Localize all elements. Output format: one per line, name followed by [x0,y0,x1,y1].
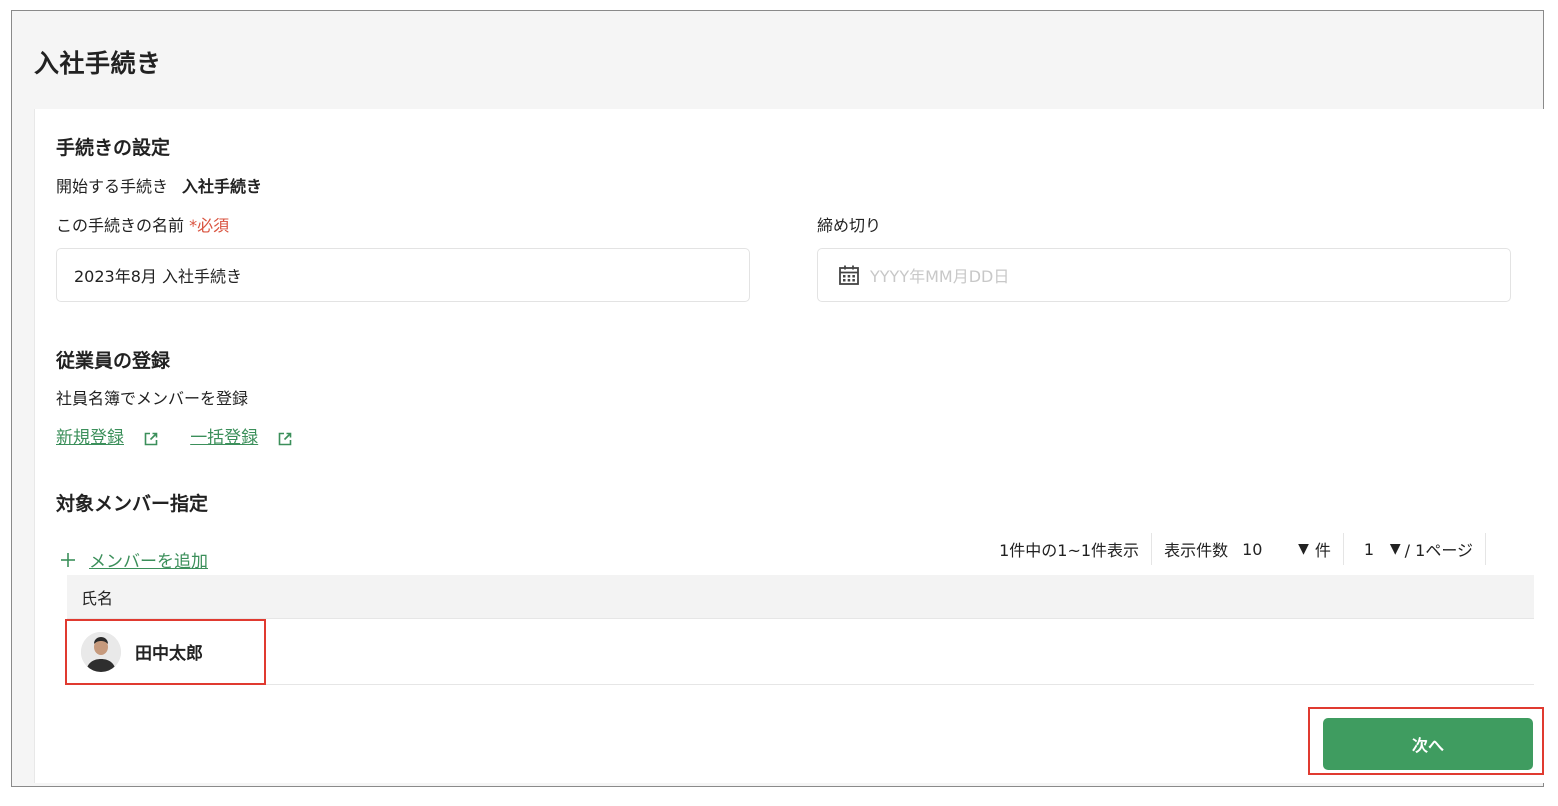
highlight-box-next [1308,707,1544,775]
page-title: 入社手続き [34,49,162,78]
dropdown-triangle-icon[interactable]: ▼ [1298,541,1309,557]
start-procedure-value: 入社手続き [182,177,263,196]
employee-description: 社員名簿でメンバーを登録 [56,389,249,408]
plus-icon [61,552,75,567]
required-mark: *必須 [189,216,230,235]
deadline-label: 締め切り [817,216,882,235]
deadline-input[interactable]: YYYY年MM月DD日 [817,248,1511,302]
per-page-select[interactable]: 表示件数 10 ▼ 件 [1151,533,1343,565]
employee-section-title: 従業員の登録 [56,350,171,372]
start-procedure-row: 開始する手続き 入社手続き [56,173,262,197]
highlight-box-member [65,619,266,685]
page-value: 1 [1363,539,1375,559]
per-page-label: 表示件数 [1164,541,1229,560]
window-frame: 入社手続き 手続きの設定 開始する手続き 入社手続き この手続きの名前 *必須 2… [11,10,1544,787]
procedure-card: 手続きの設定 開始する手続き 入社手続き この手続きの名前 *必須 2023年8月… [34,109,1544,783]
calendar-icon [839,265,859,285]
table-row[interactable]: 田中太郎 [67,619,1534,685]
procedure-name-label: この手続きの名前 [56,216,185,235]
page-select[interactable]: 1 ▼ / 1ページ [1342,533,1486,565]
procedure-name-input[interactable]: 2023年8月 入社手続き [56,248,750,302]
column-header-name: 氏名 [81,588,114,608]
procedure-name-value: 2023年8月 入社手続き [74,267,242,286]
new-register-link[interactable]: 新規登録 [56,428,124,448]
dropdown-triangle-icon[interactable]: ▼ [1390,541,1401,557]
page-total: / 1ページ [1404,541,1473,560]
members-section-title: 対象メンバー指定 [56,493,209,515]
pagination-bar: 1件中の1~1件表示 表示件数 10 ▼ 件 1 ▼ / 1ページ [987,533,1486,565]
add-member-button[interactable]: メンバーを追加 [59,547,208,572]
external-link-icon[interactable] [143,431,159,447]
settings-section-title: 手続きの設定 [56,137,171,159]
add-member-label[interactable]: メンバーを追加 [89,547,208,572]
per-page-unit: 件 [1314,541,1331,560]
procedure-name-label-row: この手続きの名前 *必須 [56,212,229,236]
external-link-icon[interactable] [277,431,293,447]
result-summary: 1件中の1~1件表示 [999,541,1140,560]
per-page-value: 10 [1242,539,1263,559]
employee-links: 新規登録 一括登録 [56,423,293,448]
deadline-placeholder: YYYY年MM月DD日 [870,267,1010,286]
bulk-register-link[interactable]: 一括登録 [190,428,258,448]
start-procedure-label: 開始する手続き [56,177,169,196]
member-table-header: 氏名 [67,575,1534,619]
